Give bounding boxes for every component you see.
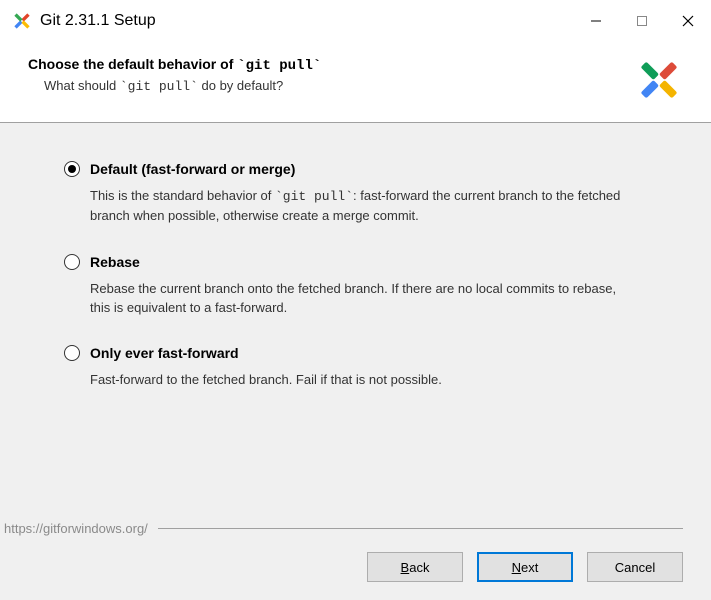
option-description: Fast-forward to the fetched branch. Fail… [90,371,630,390]
close-button[interactable] [665,0,711,42]
wizard-header: Choose the default behavior of `git pull… [0,42,711,122]
git-icon [12,11,32,31]
footer-url: https://gitforwindows.org/ [0,521,148,536]
option-label: Only ever fast-forward [90,345,239,361]
wizard-content: Default (fast-forward or merge) This is … [0,123,711,521]
option-description: Rebase the current branch onto the fetch… [90,280,630,318]
footer-divider [158,528,683,529]
radio-icon [64,345,80,361]
radio-rebase[interactable]: Rebase [64,254,663,270]
option-rebase: Rebase Rebase the current branch onto th… [64,254,663,318]
radio-ffonly[interactable]: Only ever fast-forward [64,345,663,361]
cancel-button[interactable]: Cancel [587,552,683,582]
window-controls [573,0,711,42]
page-subtitle: What should `git pull` do by default? [28,78,619,94]
button-row: Back Next Cancel [0,552,683,582]
option-default: Default (fast-forward or merge) This is … [64,161,663,226]
maximize-button[interactable] [619,0,665,42]
option-label: Default (fast-forward or merge) [90,161,295,177]
next-button[interactable]: Next [477,552,573,582]
wizard-footer: https://gitforwindows.org/ Back Next Can… [0,521,711,600]
option-ffonly: Only ever fast-forward Fast-forward to t… [64,345,663,390]
page-heading: Choose the default behavior of `git pull… [28,56,619,74]
option-description: This is the standard behavior of `git pu… [90,187,630,226]
window-title: Git 2.31.1 Setup [40,12,573,30]
option-label: Rebase [90,254,140,270]
titlebar: Git 2.31.1 Setup [0,0,711,42]
radio-icon [64,161,80,177]
radio-icon [64,254,80,270]
git-logo-icon [635,56,683,104]
minimize-button[interactable] [573,0,619,42]
back-button[interactable]: Back [367,552,463,582]
radio-default[interactable]: Default (fast-forward or merge) [64,161,663,177]
